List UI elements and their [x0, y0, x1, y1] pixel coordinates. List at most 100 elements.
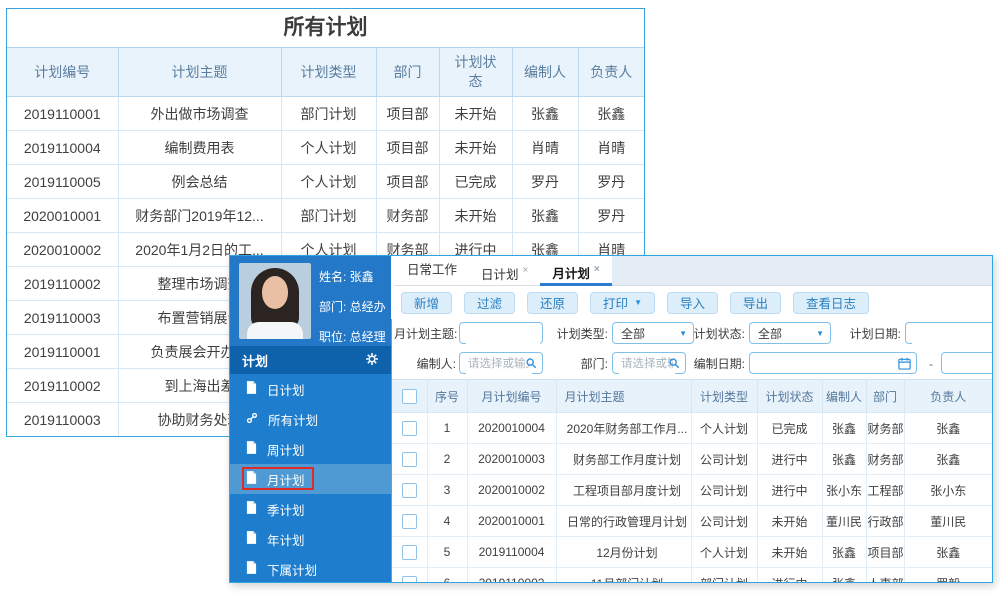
sidebar-item-季计划[interactable]: 季计划 [230, 494, 391, 524]
gear-icon[interactable] [365, 352, 379, 369]
creator-link[interactable]: 张小东 [821, 474, 867, 506]
row-checkbox[interactable] [401, 420, 417, 436]
id-link[interactable]: 2019110004 [466, 536, 557, 568]
cell: 2019110002 [7, 266, 119, 301]
subject-link[interactable]: 12月份计划 [555, 536, 692, 568]
table-row: 2020010001 财务部门2019年12... 部门计划 财务部 未开始 张鑫 罗丹 [7, 198, 644, 233]
column-header-序号: 序号 [426, 380, 468, 413]
toolbar-button-过滤[interactable]: 过滤 [464, 291, 516, 314]
row-checkbox[interactable] [401, 451, 417, 467]
column-header-部门: 部门 [375, 48, 440, 97]
select-all-checkbox[interactable] [401, 388, 417, 404]
select-all-header-cell [392, 380, 428, 413]
creator-link[interactable]: 张鑫 [821, 567, 867, 582]
cell: 未开始 [438, 130, 513, 165]
id-link[interactable]: 2019110002 [466, 567, 557, 582]
dept-search-input[interactable] [619, 354, 675, 374]
plan-status-select[interactable]: 全部 ▼ [749, 322, 831, 344]
cell: 项目部 [375, 96, 440, 131]
id-link[interactable]: 2020010001 [466, 505, 557, 537]
profile-name: 姓名: 张鑫 [319, 270, 374, 284]
plan-type-select[interactable]: 全部 ▼ [612, 322, 694, 344]
button-label: 查看日志 [806, 297, 857, 311]
close-icon[interactable]: × [594, 264, 600, 275]
created-date-start-input[interactable] [749, 352, 917, 374]
creator-link[interactable]: 张鑫 [821, 536, 867, 568]
sidebar-item-下属计划[interactable]: 下属计划 [230, 554, 391, 582]
close-icon[interactable]: × [523, 265, 529, 276]
row-checkbox[interactable] [401, 482, 417, 498]
subject-link[interactable]: 日常的行政管理月计划 [555, 505, 692, 537]
creator-link[interactable]: 董川民 [821, 505, 867, 537]
owner-link[interactable]: 张鑫 [903, 412, 992, 444]
sidebar-item-月计划[interactable]: 月计划 [230, 464, 391, 494]
owner-link[interactable]: 罗毅 [903, 567, 992, 582]
table-header-row: 序号 月计划编号 月计划主题 计划类型 计划状态 编制人 部门 负责人 [392, 380, 992, 413]
sidebar-item-所有计划[interactable]: 所有计划 [230, 404, 391, 434]
id-link[interactable]: 2020010003 [466, 443, 557, 475]
toolbar-button-还原[interactable]: 还原 [527, 291, 579, 314]
subject-filter-input[interactable] [466, 324, 540, 344]
cell: 未开始 [756, 536, 823, 568]
cell: 未开始 [756, 505, 823, 537]
created-date-end-input[interactable] [941, 352, 992, 374]
filter-row-1: 月计划主题: 计划类型: 全部 ▼ 计划状态: 全部 ▼ 计划日期: [392, 319, 992, 349]
plan-row: 5 2019110004 12月份计划 个人计划 未开始 张鑫 项目部 张鑫 [392, 536, 992, 568]
tab-日常工作[interactable]: 日常工作 [395, 256, 470, 286]
table-header-row: 计划编号 计划主题 计划类型 部门 计划状态 编制人 负责人 [7, 48, 644, 97]
toolbar-button-新增[interactable]: 新增 [401, 291, 453, 314]
subject-link[interactable]: 11月部门计划 [555, 567, 692, 582]
dept-filter-label: 部门: [580, 357, 608, 371]
cell: 项目部 [375, 164, 440, 199]
tab-月计划[interactable]: 月计划 × [540, 256, 612, 286]
checkbox-cell [392, 443, 428, 475]
column-header-计划主题: 计划主题 [117, 48, 282, 97]
subject-link[interactable]: 财务部工作月度计划 [555, 443, 692, 475]
sidebar-item-年计划[interactable]: 年计划 [230, 524, 391, 554]
toolbar-button-导入[interactable]: 导入 [666, 291, 718, 314]
row-checkbox[interactable] [401, 575, 417, 582]
page-title: 所有计划 [7, 9, 644, 48]
owner-link[interactable]: 董川民 [903, 505, 992, 537]
sidebar-section-plan[interactable]: 计划 [230, 346, 391, 374]
creator-link[interactable]: 张鑫 [821, 443, 867, 475]
plan-date-filter-label: 计划日期: [849, 327, 901, 341]
checkbox-cell [392, 536, 428, 568]
creator-search-wrap [459, 352, 543, 374]
button-label: 导入 [679, 297, 705, 311]
subject-link[interactable]: 2020年财务部工作月... [555, 412, 692, 444]
button-label: 还原 [540, 297, 566, 311]
cell: 人事部 [865, 567, 905, 582]
id-link[interactable]: 2020010002 [466, 474, 557, 506]
cell: 肖晴 [511, 130, 579, 165]
sidebar-item-label: 季计划 [267, 503, 305, 518]
cell: 罗丹 [577, 198, 644, 233]
toolbar-button-查看日志[interactable]: 查看日志 [793, 291, 870, 314]
plan-date-input[interactable] [912, 324, 992, 344]
tab-日计划[interactable]: 日计划 × [469, 256, 541, 286]
toolbar-button-打印[interactable]: 打印 ▼ [590, 291, 655, 314]
owner-link[interactable]: 张小东 [903, 474, 992, 506]
sidebar-item-周计划[interactable]: 周计划 [230, 434, 391, 464]
cell: 未开始 [438, 198, 513, 233]
subject-link[interactable]: 工程项目部月度计划 [555, 474, 692, 506]
toolbar-button-导出[interactable]: 导出 [730, 291, 782, 314]
row-checkbox[interactable] [401, 544, 417, 560]
row-checkbox[interactable] [401, 513, 417, 529]
cell: 6 [426, 567, 468, 582]
cell: 未开始 [438, 96, 513, 131]
plan-row: 6201911000211月部门计划部门计划进行中张鑫人事部罗毅 [392, 567, 992, 582]
creator-search-input[interactable] [466, 354, 532, 374]
owner-link[interactable]: 张鑫 [903, 536, 992, 568]
cell: 2020010001 [7, 198, 119, 233]
sidebar-item-label: 所有计划 [268, 413, 319, 428]
sidebar-item-日计划[interactable]: 日计划 [230, 374, 391, 404]
avatar [239, 263, 311, 339]
column-header-部门: 部门 [865, 380, 905, 413]
cell: 个人计划 [280, 164, 377, 199]
owner-link[interactable]: 张鑫 [903, 443, 992, 475]
id-link[interactable]: 2020010004 [466, 412, 557, 444]
subject-filter-input-wrap [459, 322, 543, 344]
cell: 张鑫 [577, 96, 644, 131]
creator-link[interactable]: 张鑫 [821, 412, 867, 444]
